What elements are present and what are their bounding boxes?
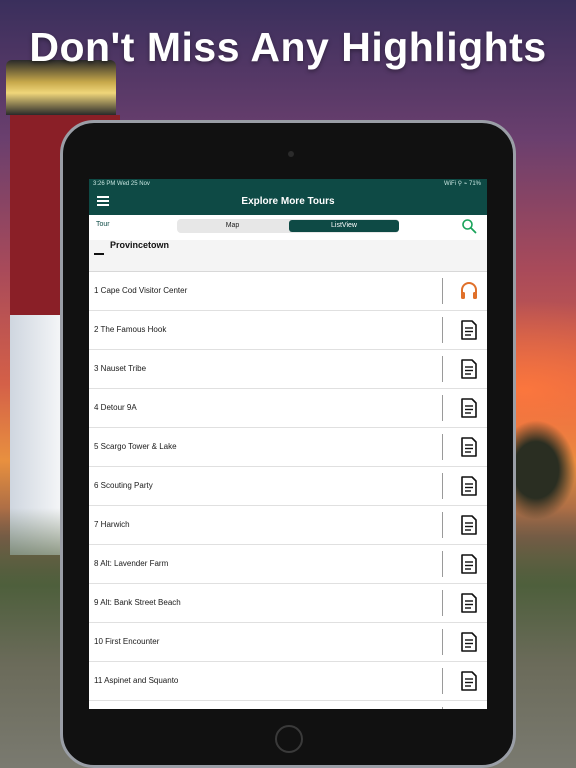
list-item-partial xyxy=(89,701,487,709)
list-item[interactable]: 1 Cape Cod Visitor Center xyxy=(89,272,487,311)
section-title: Provincetown xyxy=(110,240,170,250)
list-item-label: 9 Alt: Bank Street Beach xyxy=(94,598,181,607)
divider xyxy=(442,395,443,421)
document-icon[interactable] xyxy=(459,319,479,341)
tab-map[interactable]: Map xyxy=(177,219,288,233)
document-icon[interactable] xyxy=(459,514,479,536)
promo-headline: Don't Miss Any Highlights xyxy=(29,24,547,70)
menu-icon[interactable] xyxy=(97,196,109,206)
divider xyxy=(442,707,443,709)
list-item-label: 1 Cape Cod Visitor Center xyxy=(94,286,188,295)
stops-list: 1 Cape Cod Visitor Center 2 The Famous H… xyxy=(89,272,487,709)
document-icon[interactable] xyxy=(459,592,479,614)
divider xyxy=(442,356,443,382)
headphones-icon[interactable] xyxy=(459,280,479,302)
list-item-label: 4 Detour 9A xyxy=(94,403,137,412)
search-icon[interactable] xyxy=(461,218,477,234)
list-item[interactable]: 11 Aspinet and Squanto xyxy=(89,662,487,701)
home-button[interactable] xyxy=(275,725,303,753)
camera-dot xyxy=(288,151,294,157)
list-item[interactable]: 7 Harwich xyxy=(89,506,487,545)
divider xyxy=(442,590,443,616)
document-icon[interactable] xyxy=(459,670,479,692)
list-item[interactable]: 10 First Encounter xyxy=(89,623,487,662)
divider xyxy=(442,668,443,694)
divider xyxy=(442,629,443,655)
tab-listview[interactable]: ListView xyxy=(289,220,399,232)
status-time: 3:26 PM Wed 25 Nov xyxy=(93,181,150,187)
list-item[interactable]: 9 Alt: Bank Street Beach xyxy=(89,584,487,623)
nav-bar: Explore More Tours xyxy=(89,189,487,215)
list-item[interactable]: 4 Detour 9A xyxy=(89,389,487,428)
toolbar: Tour Map ListView xyxy=(89,215,487,240)
document-icon[interactable] xyxy=(459,475,479,497)
list-item-label: 3 Nauset Tribe xyxy=(94,364,147,373)
page-title: Explore More Tours xyxy=(241,196,335,207)
list-item-label: 6 Scouting Party xyxy=(94,481,153,490)
list-item-label: 5 Scargo Tower & Lake xyxy=(94,442,177,451)
list-item-label: 11 Aspinet and Squanto xyxy=(94,676,179,685)
divider xyxy=(442,317,443,343)
divider xyxy=(442,278,443,304)
document-icon[interactable] xyxy=(459,553,479,575)
list-item[interactable]: 5 Scargo Tower & Lake xyxy=(89,428,487,467)
list-item[interactable]: 3 Nauset Tribe xyxy=(89,350,487,389)
document-icon[interactable] xyxy=(459,397,479,419)
list-item-label: 2 The Famous Hook xyxy=(94,325,167,334)
divider xyxy=(442,473,443,499)
list-item-label: 10 First Encounter xyxy=(94,637,160,646)
status-bar: 3:26 PM Wed 25 Nov WiFi ⚲ ⌁ 71% xyxy=(89,179,487,189)
app-screen: 3:26 PM Wed 25 Nov WiFi ⚲ ⌁ 71% Explore … xyxy=(89,179,487,709)
status-indicators: WiFi ⚲ ⌁ 71% xyxy=(443,181,481,187)
divider xyxy=(442,551,443,577)
document-icon[interactable] xyxy=(459,631,479,653)
collapse-dash-icon xyxy=(94,253,104,255)
list-item[interactable]: 8 Alt: Lavender Farm xyxy=(89,545,487,584)
document-icon[interactable] xyxy=(459,436,479,458)
document-icon[interactable] xyxy=(459,358,479,380)
list-item[interactable]: 2 The Famous Hook xyxy=(89,311,487,350)
tour-button[interactable]: Tour xyxy=(96,221,110,228)
view-switcher: Map ListView xyxy=(177,219,399,233)
list-item[interactable]: 6 Scouting Party xyxy=(89,467,487,506)
section-header[interactable]: Provincetown xyxy=(89,240,487,272)
divider xyxy=(442,434,443,460)
list-item-label: 7 Harwich xyxy=(94,520,130,529)
divider xyxy=(442,512,443,538)
list-item-label: 8 Alt: Lavender Farm xyxy=(94,559,169,568)
